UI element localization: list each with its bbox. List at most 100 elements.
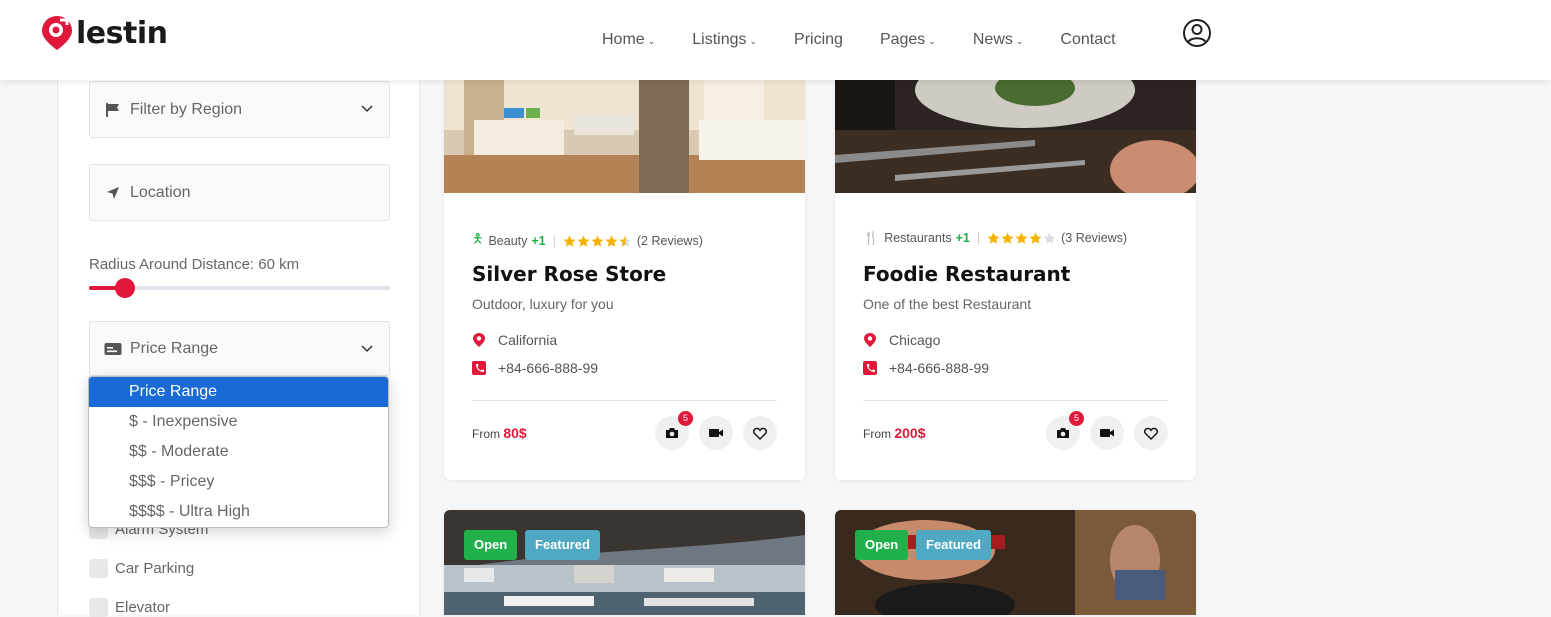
featured-badge: Featured — [916, 530, 991, 560]
card-divider — [863, 400, 1168, 401]
amenity-checkbox[interactable]: Elevator — [89, 598, 170, 617]
location-placeholder: Location — [130, 183, 191, 201]
flag-icon — [104, 101, 122, 119]
video-button[interactable] — [699, 416, 733, 450]
phone-text[interactable]: +84-666-888-99 — [498, 360, 598, 376]
reviews-count: (2 Reviews) — [636, 234, 703, 248]
fork-knife-icon: 🍴 — [863, 230, 880, 245]
price-range-label: Price Range — [130, 339, 219, 357]
category-label[interactable]: Beauty — [488, 234, 527, 248]
star-icon — [1001, 232, 1014, 244]
listing-price: From 200$ — [863, 425, 926, 441]
region-select-label: Filter by Region — [130, 100, 243, 118]
listing-title[interactable]: Foodie Restaurant — [863, 262, 1070, 286]
star-icon — [563, 235, 576, 247]
camera-icon — [666, 428, 678, 438]
chevron-down-icon: ⌄ — [1015, 35, 1024, 46]
location-input[interactable]: Location — [89, 164, 390, 221]
star-icon — [1015, 232, 1028, 244]
price-range-dropdown: Price Range $ - Inexpensive $$ - Moderat… — [88, 376, 389, 528]
listing-phone: +84-666-888-99 — [472, 360, 598, 376]
nav-label: News — [972, 31, 1013, 48]
listing-meta: 🍴 Restaurants +1 | (3 Reviews) — [863, 230, 1127, 246]
status-badge-open: Open — [464, 530, 518, 560]
nav-label: Pages — [879, 31, 926, 48]
nav-item-pages[interactable]: Pages ⌄ — [880, 31, 936, 49]
listing-card[interactable]: 🯅 Beauty +1 | (2 Reviews) Silver Rose St… — [444, 60, 805, 480]
dropdown-option[interactable]: $$$ - Pricey — [89, 467, 388, 497]
photos-button[interactable]: 5 — [1046, 411, 1084, 450]
region-select[interactable]: Filter by Region — [89, 81, 390, 138]
price-range-select[interactable]: Price Range — [89, 321, 390, 376]
phone-icon — [472, 361, 486, 375]
brand-logo[interactable]: lestin — [40, 14, 168, 52]
star-icon — [1043, 232, 1056, 244]
dropdown-option[interactable]: Price Range — [89, 377, 388, 407]
price-value: 80$ — [503, 425, 527, 441]
radius-slider-handle[interactable] — [115, 278, 136, 298]
photo-count-badge: 5 — [1069, 411, 1084, 426]
video-button[interactable] — [1090, 416, 1124, 450]
listing-location: California — [472, 332, 557, 348]
amenity-checkbox[interactable]: Car Parking — [89, 559, 194, 578]
category-extra: +1 — [531, 234, 546, 248]
heart-icon — [753, 427, 767, 440]
nav-item-pricing[interactable]: Pricing — [794, 31, 843, 49]
dropdown-option[interactable]: $ - Inexpensive — [89, 407, 388, 437]
meta-separator: | — [976, 231, 981, 245]
nav-item-listings[interactable]: Listings ⌄ — [692, 31, 757, 49]
amenity-label: Car Parking — [115, 560, 195, 577]
listing-card[interactable]: Open Featured — [835, 510, 1196, 615]
star-icon — [591, 235, 604, 247]
nav-label: Listings — [692, 31, 747, 48]
dropdown-option[interactable]: $$ - Moderate — [89, 437, 388, 467]
category-label[interactable]: Restaurants — [884, 231, 951, 245]
listing-price: From 80$ — [472, 425, 527, 441]
listing-image[interactable] — [835, 510, 1196, 615]
checkbox[interactable] — [89, 598, 108, 617]
nav-item-home[interactable]: Home ⌄ — [602, 31, 655, 49]
checkbox[interactable] — [89, 559, 108, 578]
site-header: lestin Home ⌄ Listings ⌄ Pricing Pages ⌄ Ne… — [0, 0, 1551, 80]
price-prefix: From — [472, 427, 500, 441]
listing-meta: 🯅 Beauty +1 | (2 Reviews) — [472, 230, 703, 252]
location-pin-logo-icon — [42, 16, 72, 50]
rating-stars — [987, 232, 1057, 245]
chevron-down-icon: ⌄ — [647, 35, 656, 46]
user-circle-icon[interactable] — [1182, 18, 1212, 48]
listing-subtitle: Outdoor, luxury for you — [472, 296, 614, 312]
card-divider — [472, 400, 777, 401]
star-icon — [605, 235, 618, 247]
radius-slider[interactable] — [89, 278, 390, 298]
status-badge-open: Open — [855, 530, 909, 560]
favorite-button[interactable] — [1134, 416, 1168, 450]
listing-image[interactable] — [444, 510, 805, 615]
phone-text[interactable]: +84-666-888-99 — [889, 360, 989, 376]
dropdown-option[interactable]: $$$$ - Ultra High — [89, 497, 388, 527]
nav-item-contact[interactable]: Contact — [1060, 31, 1115, 49]
star-icon — [577, 235, 590, 247]
map-pin-icon — [864, 333, 876, 347]
photo-count-badge: 5 — [678, 411, 693, 426]
rating-stars — [563, 235, 633, 248]
star-icon — [1029, 232, 1042, 244]
phone-icon — [863, 361, 877, 375]
listing-title[interactable]: Silver Rose Store — [472, 262, 666, 286]
favorite-button[interactable] — [743, 416, 777, 450]
nav-label: Home — [602, 31, 645, 48]
chevron-down-icon — [361, 345, 373, 353]
nav-label: Pricing — [794, 31, 843, 48]
video-camera-icon — [1100, 429, 1114, 437]
brand-name: lestin — [76, 15, 168, 51]
meta-separator: | — [552, 234, 556, 248]
listing-card[interactable]: 🍴 Restaurants +1 | (3 Reviews) Foodie Re… — [835, 60, 1196, 480]
photos-button[interactable]: 5 — [655, 411, 693, 450]
listing-location: Chicago — [863, 332, 940, 348]
filter-sidebar: Filter by Region Location Radius Around … — [57, 80, 420, 617]
reviews-count: (3 Reviews) — [1061, 231, 1128, 245]
listing-card[interactable]: Open Featured — [444, 510, 805, 615]
card-icon — [104, 340, 122, 358]
nav-item-news[interactable]: News ⌄ — [973, 31, 1024, 49]
price-prefix: From — [863, 427, 891, 441]
listing-subtitle: One of the best Restaurant — [863, 296, 1032, 312]
